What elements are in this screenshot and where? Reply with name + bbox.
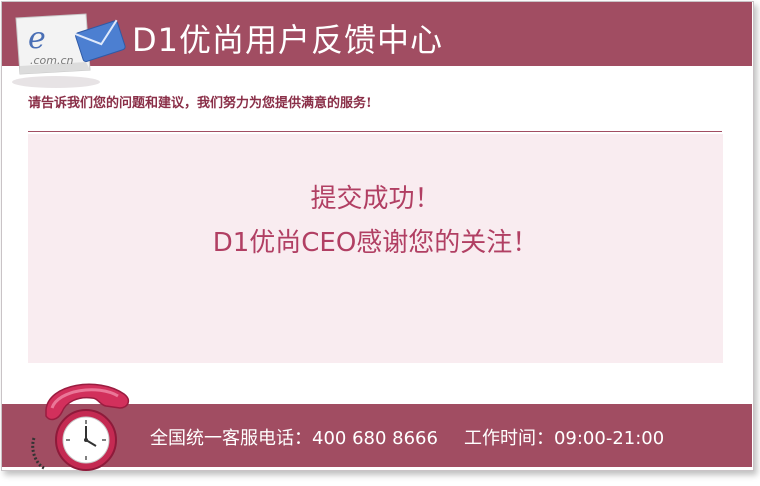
telephone-clock-icon	[31, 383, 130, 471]
contact-info: 全国统一客服电话：400 680 8666 工作时间：09:00-21:00	[150, 424, 664, 450]
page-title: D1优尚用户反馈中心	[132, 21, 444, 59]
success-panel: 提交成功！ D1优尚CEO感谢您的关注！	[28, 134, 723, 363]
hotline-text: 全国统一客服电话：400 680 8666	[150, 428, 438, 449]
intro-text: 请告诉我们您的问题和建议，我们努力为您提供满意的服务!	[28, 96, 372, 111]
success-message: 提交成功！	[310, 184, 441, 214]
logo-letter: e	[28, 21, 46, 56]
service-hours-text: 工作时间：09:00-21:00	[463, 428, 665, 449]
divider	[28, 131, 722, 132]
thanks-message: D1优尚CEO感谢您的关注！	[212, 228, 539, 258]
logo-text: .com.cn	[30, 54, 74, 67]
email-envelope-icon: e .com.cn	[12, 13, 126, 88]
